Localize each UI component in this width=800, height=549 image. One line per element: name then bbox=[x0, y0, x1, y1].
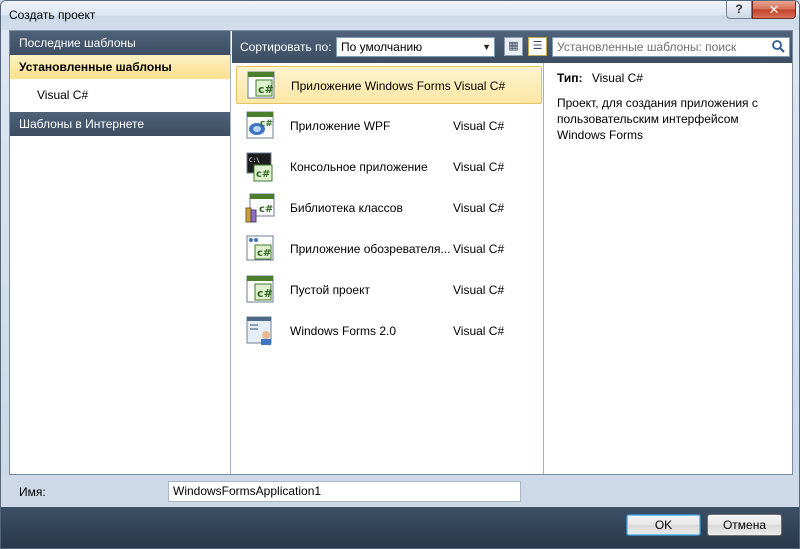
console-icon: C:\ c# bbox=[246, 152, 273, 182]
template-language: Visual C# bbox=[453, 324, 505, 338]
project-name-input[interactable]: WindowsFormsApplication1 bbox=[168, 481, 521, 502]
nav-visual-csharp[interactable]: Visual C# bbox=[10, 83, 230, 107]
svg-text:c#: c# bbox=[259, 204, 273, 215]
class-library-icon: c# bbox=[245, 193, 275, 223]
svg-text:C:\: C:\ bbox=[249, 157, 260, 164]
template-name: Приложение WPF bbox=[290, 119, 391, 133]
template-search-input[interactable]: Установленные шаблоны: поиск bbox=[552, 37, 790, 57]
template-name: Приложение обозревателя... bbox=[290, 242, 451, 256]
template-item-console[interactable]: C:\ c# Консольное приложение Visual C# bbox=[236, 148, 542, 186]
info-type: Тип: Visual C# bbox=[557, 71, 643, 85]
sort-value: По умолчанию bbox=[341, 40, 423, 54]
svg-text:c#: c# bbox=[257, 287, 273, 300]
close-button[interactable]: ✕ bbox=[752, 1, 796, 19]
template-item-empty-project[interactable]: c# Пустой проект Visual C# bbox=[236, 271, 542, 309]
template-language: Visual C# bbox=[453, 242, 505, 256]
dialog-content: Последние шаблоны Установленные шаблоны … bbox=[9, 30, 793, 475]
sort-toolbar: Сортировать по: По умолчанию ▼ ▦ ☰ Устан… bbox=[232, 31, 792, 63]
svg-text:c#: c# bbox=[260, 119, 273, 129]
template-item-winforms-2[interactable]: Windows Forms 2.0 Visual C# bbox=[236, 312, 542, 350]
search-placeholder: Установленные шаблоны: поиск bbox=[557, 40, 737, 54]
template-info-panel: Тип: Visual C# Проект, для создания прил… bbox=[545, 63, 792, 474]
template-name: Консольное приложение bbox=[290, 160, 428, 174]
template-categories-panel: Последние шаблоны Установленные шаблоны … bbox=[10, 31, 231, 474]
winforms2-icon bbox=[246, 316, 272, 345]
template-item-wpf[interactable]: c# Приложение WPF Visual C# bbox=[236, 107, 542, 145]
ok-button[interactable]: OK bbox=[626, 514, 701, 536]
create-project-dialog: Создать проект ? ✕ Последние шаблоны Уст… bbox=[0, 0, 800, 549]
dialog-button-bar: OK Отмена bbox=[1, 507, 799, 548]
small-icons-view-button[interactable]: ▦ bbox=[504, 37, 523, 56]
title-bar: Создать проект ? ✕ bbox=[1, 1, 799, 30]
template-language: Visual C# bbox=[453, 119, 505, 133]
details-view-button[interactable]: ☰ bbox=[528, 37, 547, 56]
empty-project-icon: c# bbox=[246, 275, 274, 303]
info-description: Проект, для создания приложения с пользо… bbox=[557, 96, 758, 142]
grid-view-icon: ▦ bbox=[508, 40, 519, 52]
cancel-button[interactable]: Отмена bbox=[707, 514, 782, 536]
template-language: Visual C# bbox=[453, 160, 505, 174]
template-item-class-library[interactable]: c# Библиотека классов Visual C# bbox=[236, 189, 542, 227]
winforms-csharp-icon: c# bbox=[247, 71, 275, 99]
nav-online-templates[interactable]: Шаблоны в Интернете bbox=[10, 112, 230, 136]
help-button[interactable]: ? bbox=[726, 1, 752, 19]
list-view-icon: ☰ bbox=[532, 40, 543, 52]
nav-recent-templates[interactable]: Последние шаблоны bbox=[10, 31, 230, 55]
info-type-value: Visual C# bbox=[591, 71, 643, 85]
svg-text:c#: c# bbox=[256, 169, 270, 180]
info-type-label: Тип: bbox=[557, 71, 583, 85]
sort-dropdown[interactable]: По умолчанию ▼ bbox=[336, 37, 495, 57]
template-language: Visual C# bbox=[453, 201, 505, 215]
project-name-row: Имя: WindowsFormsApplication1 bbox=[1, 475, 799, 507]
template-list: c# Приложение Windows Forms Visual C# c#… bbox=[232, 63, 544, 474]
template-language: Visual C# bbox=[453, 283, 505, 297]
template-name: Библиотека классов bbox=[290, 201, 403, 215]
nav-installed-templates[interactable]: Установленные шаблоны bbox=[10, 55, 230, 79]
template-name: Пустой проект bbox=[290, 283, 370, 297]
sort-label: Сортировать по: bbox=[240, 40, 332, 54]
template-name: Приложение Windows Forms bbox=[291, 79, 451, 93]
template-item-winforms[interactable]: c# Приложение Windows Forms Visual C# bbox=[236, 66, 542, 104]
template-language: Visual C# bbox=[454, 79, 506, 93]
name-label: Имя: bbox=[19, 485, 46, 499]
browser-app-icon: c# bbox=[246, 235, 274, 261]
search-icon[interactable] bbox=[771, 39, 785, 53]
svg-text:c#: c# bbox=[257, 248, 271, 259]
wpf-icon: c# bbox=[246, 111, 274, 139]
chevron-down-icon: ▼ bbox=[482, 42, 491, 52]
svg-text:c#: c# bbox=[258, 83, 274, 96]
template-name: Windows Forms 2.0 bbox=[290, 324, 397, 338]
template-item-browser-app[interactable]: c# Приложение обозревателя... Visual C# bbox=[236, 230, 542, 268]
window-title: Создать проект bbox=[9, 8, 96, 22]
